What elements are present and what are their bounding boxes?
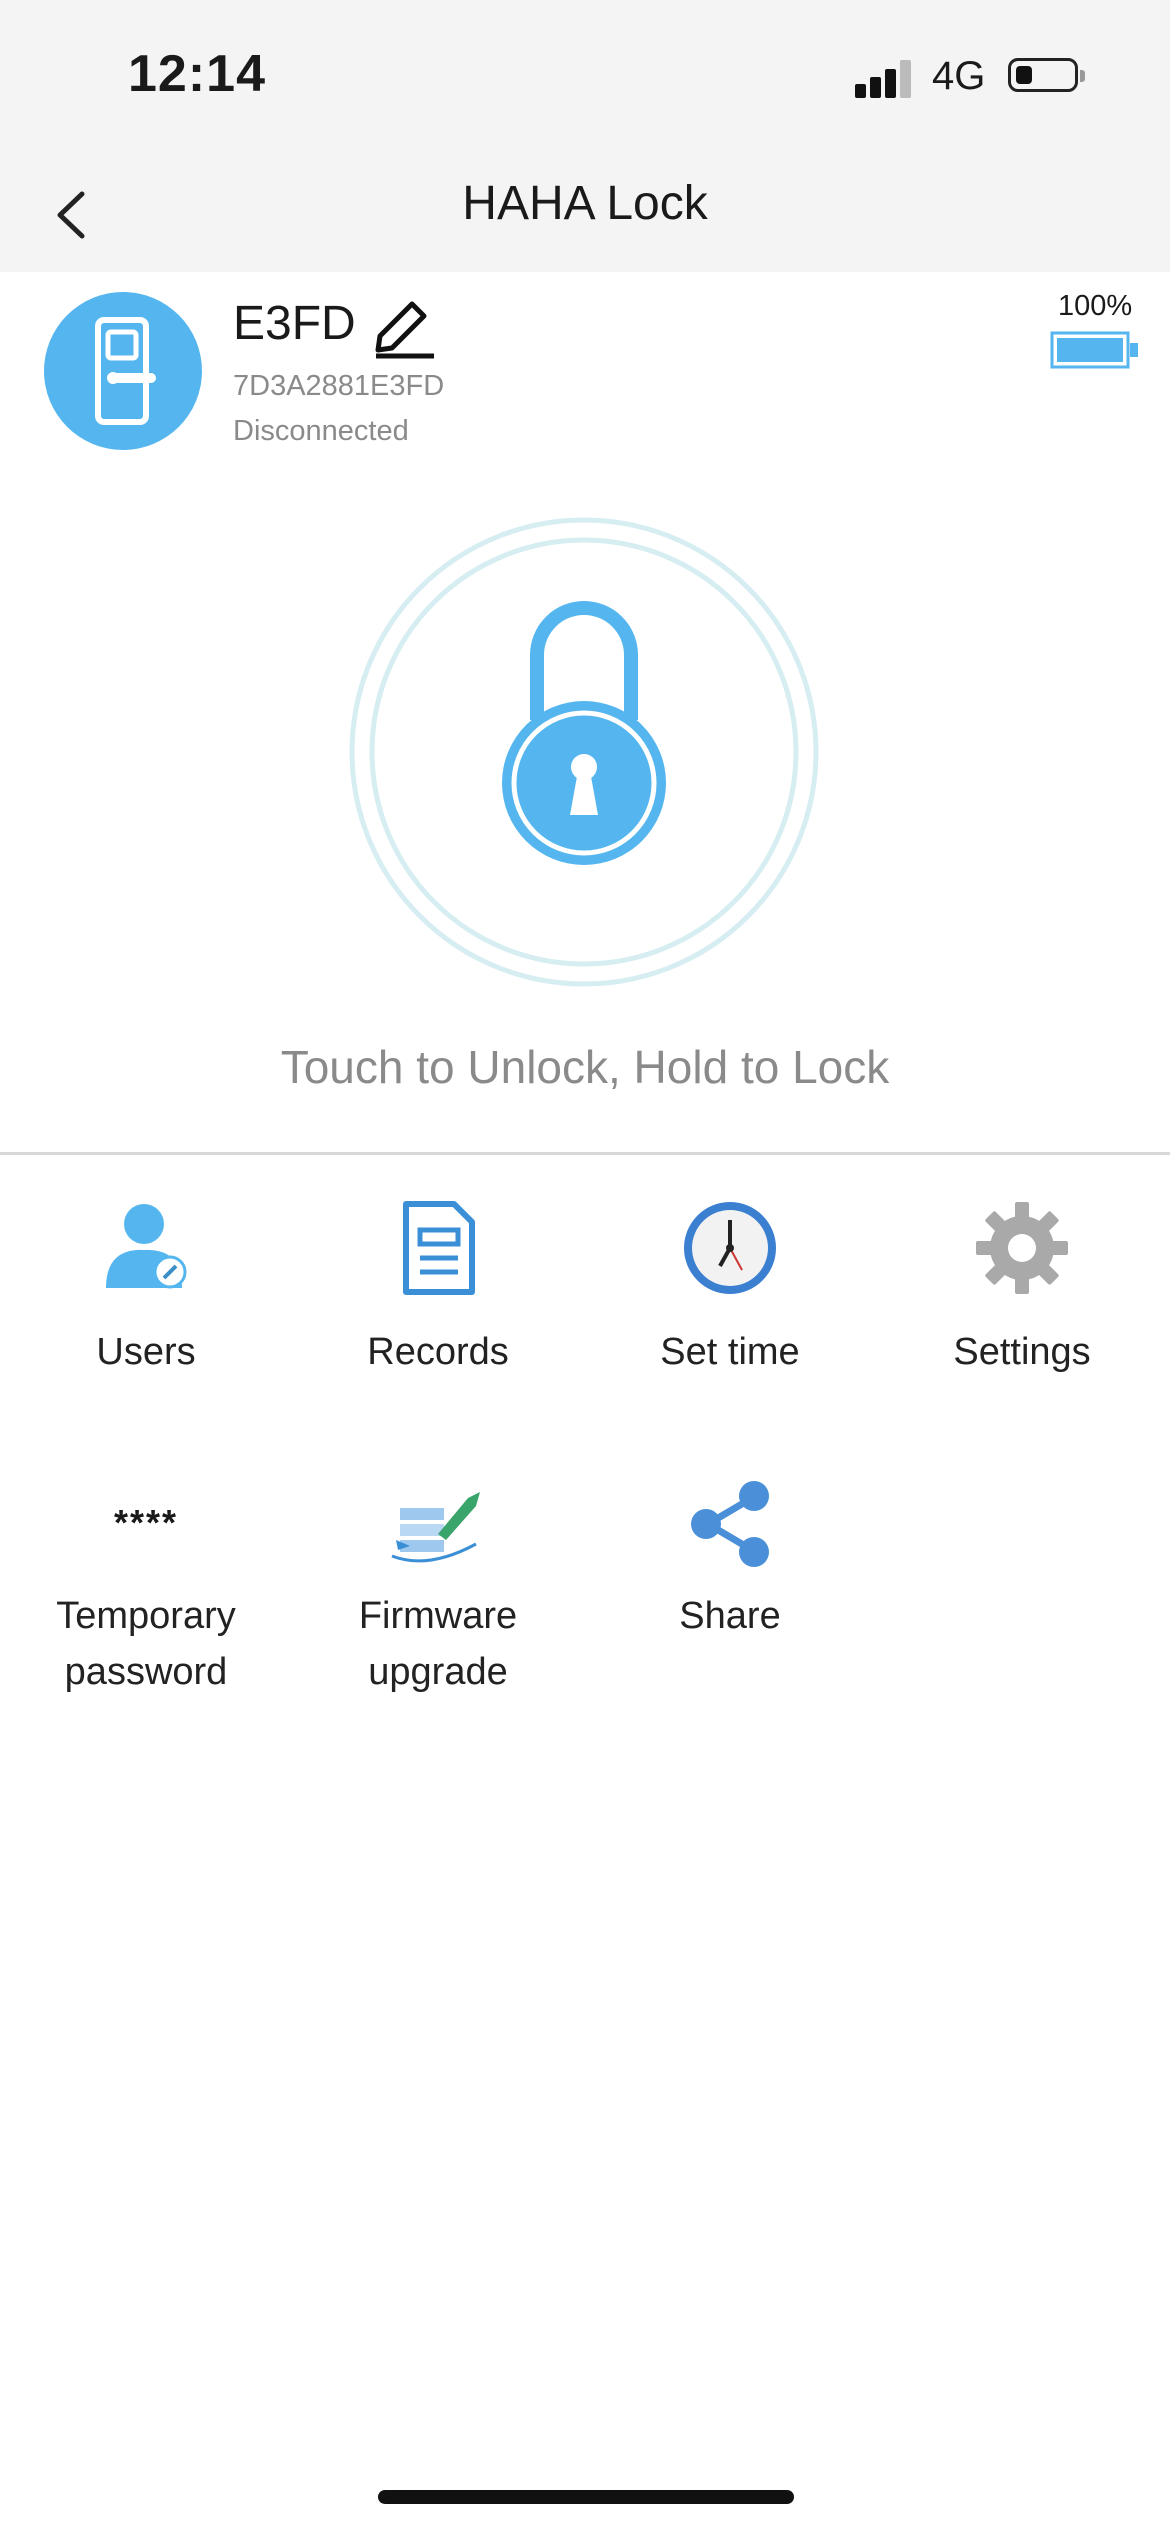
padlock-icon: [349, 517, 819, 987]
document-icon: [403, 1201, 475, 1295]
gear-icon: [976, 1202, 1068, 1294]
rocket-icon: [391, 1492, 480, 1563]
temporary-password-button[interactable]: **** Temporary password: [0, 1478, 292, 1700]
asterisks-icon: ****: [113, 1502, 179, 1543]
firmware-upgrade-button[interactable]: Firmware upgrade: [292, 1478, 584, 1700]
network-type: 4G: [932, 54, 986, 98]
firmware-upgrade-label-line2: upgrade: [368, 1651, 508, 1693]
unlock-button[interactable]: [347, 515, 821, 989]
users-button[interactable]: Users: [0, 1198, 292, 1380]
user-icon: [106, 1204, 187, 1289]
firmware-upgrade-label-line1: Firmware: [358, 1595, 518, 1637]
lock-battery-percent: 100%: [1058, 290, 1133, 322]
records-label: Records: [367, 1331, 509, 1373]
share-label: Share: [679, 1595, 781, 1637]
settings-button[interactable]: Settings: [876, 1198, 1168, 1380]
set-time-button[interactable]: Set time: [584, 1198, 876, 1380]
clock-icon: [684, 1202, 776, 1294]
status-bar: 12:14 4G: [0, 0, 1170, 160]
home-indicator: [378, 2490, 794, 2504]
settings-label: Settings: [953, 1331, 1091, 1373]
divider: [0, 1152, 1170, 1155]
page-title: HAHA Lock: [462, 177, 708, 230]
connection-status: Disconnected: [233, 415, 409, 447]
door-lock-icon: [95, 317, 156, 425]
nav-bar: HAHA Lock: [0, 160, 1170, 272]
records-button[interactable]: Records: [292, 1198, 584, 1380]
status-battery-icon: [1008, 58, 1085, 92]
edit-pencil-icon[interactable]: [368, 290, 438, 360]
set-time-label: Set time: [660, 1331, 800, 1373]
share-icon: [691, 1481, 769, 1567]
users-label: Users: [96, 1331, 196, 1373]
signal-icon: [855, 58, 915, 98]
unlock-hint: Touch to Unlock, Hold to Lock: [280, 1041, 890, 1093]
lock-name: E3FD: [233, 297, 356, 350]
status-time: 12:14: [128, 45, 266, 103]
lock-avatar: [44, 292, 202, 450]
temporary-password-label-line2: password: [64, 1651, 228, 1693]
temporary-password-label-line1: Temporary: [56, 1595, 236, 1637]
share-button[interactable]: Share: [584, 1478, 876, 1644]
lock-mac-address: 7D3A2881E3FD: [233, 370, 445, 402]
battery-icon: [1050, 331, 1138, 369]
